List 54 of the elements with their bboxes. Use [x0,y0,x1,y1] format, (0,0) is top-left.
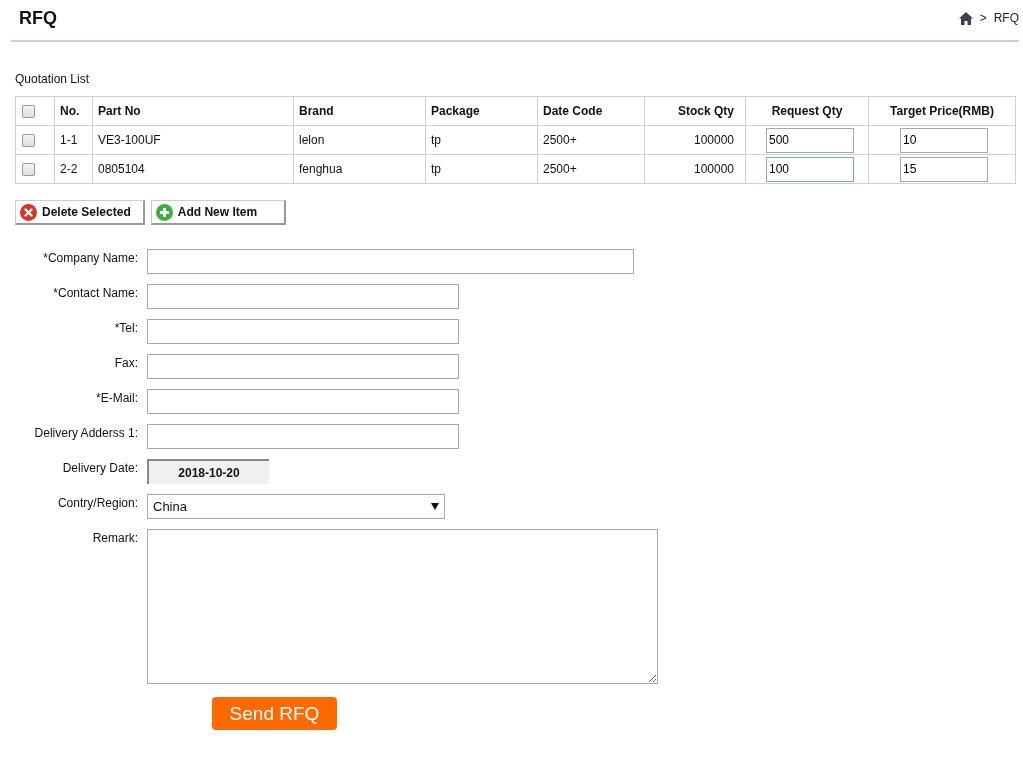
home-icon[interactable] [958,11,973,25]
table-cell: 2500+ [537,154,645,184]
table-cell: 0805104 [92,154,294,184]
input-field[interactable] [147,249,634,274]
column-header: Package [425,96,538,126]
table-cell: fenghua [293,154,426,184]
page-title: RFQ [19,7,57,29]
add-new-item-button[interactable]: Add New Item [150,200,286,225]
table-cell: tp [425,125,538,155]
column-header: Brand [293,96,426,126]
field-label: Delivery Adderss 1: [33,425,138,440]
field-label: Remark: [91,530,138,545]
table-cell: 2500+ [537,125,645,155]
breadcrumb-separator: > [979,11,987,25]
column-header: No. [54,96,93,126]
row-checkbox[interactable] [22,163,35,177]
column-header: Target Price(RMB) [868,96,1016,126]
input-field[interactable] [147,389,459,414]
field-label: *E-Mail: [95,390,138,405]
target-price-field[interactable]: 10 [900,127,988,153]
breadcrumb-current: RFQ [993,11,1019,25]
input-field[interactable] [147,284,459,309]
delete-selected-button[interactable]: Delete Selected [15,200,145,225]
table-cell: tp [425,154,538,184]
dropdown-caret-icon [431,503,439,510]
field-label: Contry/Region: [56,495,138,510]
column-header: Date Code [537,96,645,126]
row-checkbox[interactable] [22,134,35,148]
field-label: *Contact Name: [52,285,138,300]
request-qty-field[interactable]: 500 [766,127,854,153]
add-icon [155,203,173,221]
column-header: Part No [92,96,294,126]
column-header: Request Qty [745,96,869,126]
select-all-checkbox[interactable] [22,105,35,119]
delete-icon [20,203,37,221]
field-label: *Tel: [113,320,138,335]
request-qty-field[interactable]: 100 [766,156,854,182]
target-price-field[interactable]: 15 [900,156,988,182]
field-label: Delivery Date: [61,460,138,475]
table-cell: 100000 [644,125,746,155]
field-label: *Company Name: [42,250,138,265]
section-title: Quotation List [15,72,91,86]
table-cell: 100000 [644,154,746,184]
input-field[interactable] [147,354,459,379]
table-cell: lelon [293,125,426,155]
table-cell: 2-2 [54,154,93,184]
column-header: Stock Qty [644,96,746,126]
table-cell: 1-1 [54,125,93,155]
country-dropdown[interactable]: China [147,494,445,519]
field-label: Fax: [113,355,138,370]
date-field[interactable]: 2018-10-20 [147,459,269,484]
input-field[interactable] [147,319,459,344]
table-cell: VE3-100UF [92,125,294,155]
input-field[interactable] [147,424,459,449]
